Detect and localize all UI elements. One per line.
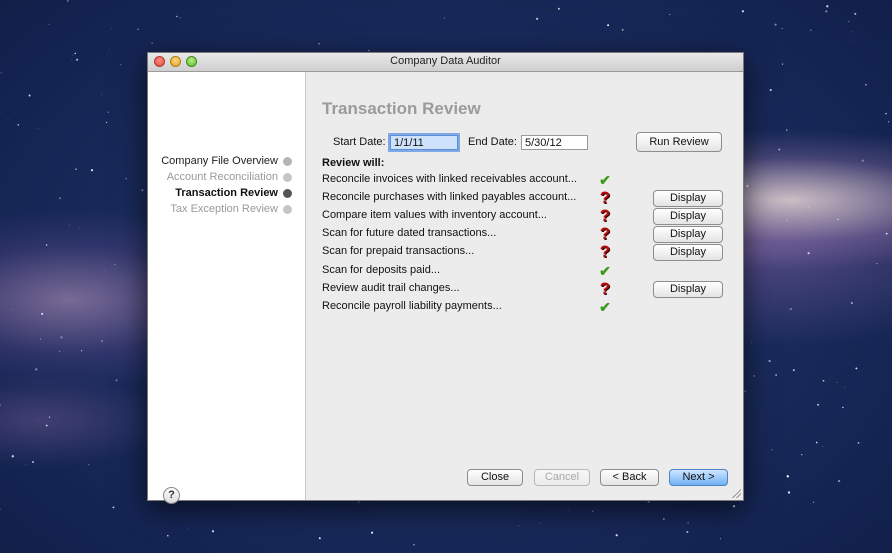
- main-panel: Transaction Review Start Date: End Date:…: [306, 72, 743, 500]
- step-transaction-review: Transaction Review: [175, 186, 292, 200]
- help-button[interactable]: ?: [163, 487, 180, 504]
- step-indicator-icon: [283, 156, 292, 166]
- review-item-row: Reconcile payroll liability payments... …: [322, 298, 732, 316]
- check-icon: ✔: [599, 299, 611, 315]
- step-label: Company File Overview: [161, 155, 278, 167]
- step-label: Account Reconciliation: [166, 171, 278, 183]
- page-title: Transaction Review: [322, 99, 481, 118]
- step-label: Transaction Review: [175, 187, 278, 199]
- question-icon: ?: [599, 206, 611, 225]
- review-item-text: Scan for prepaid transactions...: [322, 245, 475, 257]
- app-window: Company Data Auditor Company File Overvi…: [147, 52, 744, 504]
- review-item-row: Scan for future dated transactions... ? …: [322, 225, 732, 243]
- step-label: Tax Exception Review: [170, 203, 278, 215]
- review-item-row: Scan for deposits paid... ✔: [322, 262, 732, 280]
- next-button[interactable]: Next >: [669, 469, 728, 486]
- review-item-text: Reconcile payroll liability payments...: [322, 300, 502, 312]
- close-button[interactable]: Close: [467, 469, 523, 486]
- wizard-steps-sidebar: Company File Overview Account Reconcilia…: [148, 72, 306, 504]
- review-will-label: Review will:: [322, 157, 385, 169]
- run-review-button[interactable]: Run Review: [636, 132, 722, 152]
- question-icon: ?: [599, 242, 611, 261]
- display-button[interactable]: Display: [653, 190, 723, 207]
- title-bar[interactable]: Company Data Auditor: [148, 53, 743, 72]
- step-indicator-icon: [283, 204, 292, 214]
- review-item-text: Review audit trail changes...: [322, 282, 460, 294]
- display-button[interactable]: Display: [653, 226, 723, 243]
- review-item-row: Reconcile invoices with linked receivabl…: [322, 171, 732, 189]
- check-icon: ✔: [599, 263, 611, 279]
- back-button[interactable]: < Back: [600, 469, 659, 486]
- display-button[interactable]: Display: [653, 281, 723, 298]
- review-item-text: Scan for future dated transactions...: [322, 227, 497, 239]
- review-item-text: Scan for deposits paid...: [322, 264, 441, 276]
- step-account-reconciliation: Account Reconciliation: [167, 170, 292, 184]
- end-date-input[interactable]: [521, 135, 588, 150]
- review-item-row: Compare item values with inventory accou…: [322, 207, 732, 225]
- step-indicator-icon: [283, 172, 292, 182]
- window-title: Company Data Auditor: [390, 55, 501, 67]
- step-company-file-overview: Company File Overview: [161, 154, 292, 168]
- check-icon: ✔: [599, 172, 611, 188]
- step-indicator-icon: [283, 188, 292, 198]
- start-date-input[interactable]: [390, 135, 458, 150]
- review-item-text: Reconcile invoices with linked receivabl…: [322, 173, 577, 185]
- review-item-row: Review audit trail changes... ? Display: [322, 280, 732, 298]
- review-item-row: Scan for prepaid transactions... ? Displ…: [322, 243, 732, 261]
- step-tax-exception-review: Tax Exception Review: [170, 202, 292, 216]
- cancel-button[interactable]: Cancel: [534, 469, 590, 486]
- display-button[interactable]: Display: [653, 244, 723, 261]
- question-icon: ?: [599, 224, 611, 243]
- review-item-text: Reconcile purchases with linked payables…: [322, 191, 577, 203]
- question-icon: ?: [599, 188, 611, 207]
- question-icon: ?: [599, 279, 611, 298]
- review-item-row: Reconcile purchases with linked payables…: [322, 189, 732, 207]
- end-date-label: End Date:: [468, 136, 517, 148]
- display-button[interactable]: Display: [653, 208, 723, 225]
- resize-grip-icon[interactable]: [731, 488, 741, 498]
- review-item-text: Compare item values with inventory accou…: [322, 209, 547, 221]
- start-date-label: Start Date:: [333, 136, 386, 148]
